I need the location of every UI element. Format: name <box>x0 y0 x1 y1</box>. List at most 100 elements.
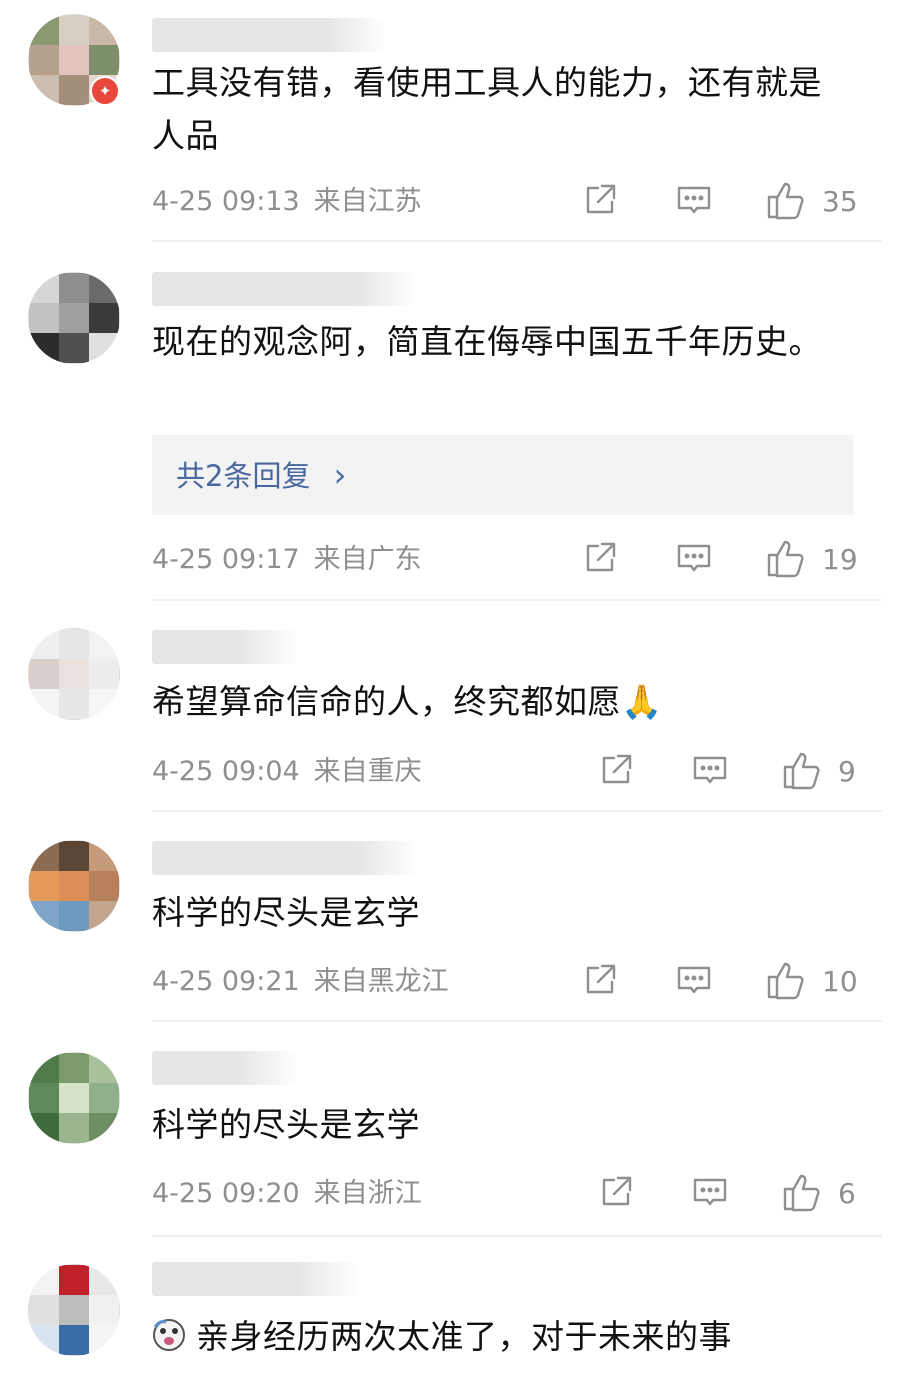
username-redacted[interactable] <box>152 18 387 52</box>
pray-emoji-icon: 🙏 <box>621 682 663 721</box>
avatar-pixel <box>59 333 89 363</box>
comment-text: 亲身经历两次太准了，对于未来的事 <box>152 1310 852 1363</box>
avatar-pixel <box>29 1083 59 1113</box>
comment-text-body: 亲身经历两次太准了，对于未来的事 <box>196 1317 732 1356</box>
avatar-pixel <box>29 15 59 45</box>
comment-time: 4-25 09:20 <box>152 1178 300 1209</box>
comment-time: 4-25 09:04 <box>152 756 300 787</box>
avatar-pixel <box>89 689 119 719</box>
avatar-pixel <box>59 1295 89 1325</box>
avatar-pixel <box>59 45 89 75</box>
like-button[interactable] <box>782 1172 822 1212</box>
avatar[interactable] <box>28 840 120 932</box>
verified-badge-icon: ✦ <box>90 76 120 106</box>
comment-icon <box>677 544 711 572</box>
comment-text-body: 希望算命信命的人，终究都如愿 <box>152 682 621 721</box>
avatar-pixel <box>29 1053 59 1083</box>
comment-time: 4-25 09:21 <box>152 966 300 997</box>
reply-button[interactable] <box>692 1174 728 1214</box>
avatar-pixel <box>59 1325 89 1355</box>
avatar-pixel <box>89 45 119 75</box>
share-button[interactable] <box>582 182 618 222</box>
comment-icon <box>693 756 727 784</box>
avatar-pixel <box>89 841 119 871</box>
avatar-pixel <box>89 871 119 901</box>
reply-button[interactable] <box>692 752 728 792</box>
like-count: 35 <box>822 185 858 218</box>
avatar-pixel <box>29 1325 59 1355</box>
comment-text: 科学的尽头是玄学 <box>152 893 420 932</box>
like-button[interactable] <box>766 538 806 578</box>
comment-text: 工具没有错，看使用工具人的能力，还有就是人品 <box>152 63 822 155</box>
avatar-pixel <box>89 1295 119 1325</box>
avatar-pixel <box>29 1265 59 1295</box>
avatar-pixel <box>29 841 59 871</box>
comment-text: 希望算命信命的人，终究都如愿🙏 <box>152 675 852 728</box>
avatar-pixel <box>89 1265 119 1295</box>
avatar[interactable] <box>28 272 120 364</box>
avatar-pixel <box>59 1053 89 1083</box>
avatar[interactable] <box>28 1264 120 1356</box>
avatar-pixel <box>89 15 119 45</box>
like-button[interactable] <box>782 750 822 790</box>
comment-location: 来自浙江 <box>313 1178 422 1209</box>
avatar-pixel <box>59 629 89 659</box>
avatar-pixel <box>59 15 89 45</box>
avatar[interactable] <box>28 628 120 720</box>
share-icon <box>586 964 616 994</box>
comment-meta: 4-25 09:04 来自重庆 <box>152 752 422 792</box>
comment-text: 科学的尽头是玄学 <box>152 1105 420 1144</box>
avatar-pixel <box>29 659 59 689</box>
avatar-pixel <box>89 629 119 659</box>
divider <box>152 1235 882 1237</box>
username-redacted[interactable] <box>152 630 299 664</box>
divider <box>152 1020 882 1022</box>
like-button[interactable] <box>766 960 806 1000</box>
divider <box>152 240 882 242</box>
avatar-pixel <box>59 1113 89 1143</box>
comment-location: 来自黑龙江 <box>313 966 449 997</box>
comment-location: 来自江苏 <box>313 186 422 217</box>
comment-text: 现在的观念阿，简直在侮辱中国五千年历史。 <box>152 322 822 361</box>
share-icon <box>602 1176 632 1206</box>
comment-5: 科学的尽头是玄学 4-25 09:20 来自浙江 6 <box>0 1025 910 1240</box>
comment-2: 现在的观念阿，简直在侮辱中国五千年历史。 共2条回复 › 4-25 09:17 来… <box>0 245 910 605</box>
avatar-pixel <box>89 303 119 333</box>
username-redacted[interactable] <box>152 841 418 875</box>
avatar-pixel <box>29 1295 59 1325</box>
share-button[interactable] <box>582 540 618 580</box>
like-count: 19 <box>822 543 858 576</box>
avatar-pixel <box>89 333 119 363</box>
avatar-pixel <box>59 659 89 689</box>
view-replies-link[interactable]: 共2条回复 › <box>152 435 853 515</box>
reply-button[interactable] <box>676 962 712 1002</box>
like-button[interactable] <box>766 180 806 220</box>
like-icon <box>767 962 804 1000</box>
username-redacted[interactable] <box>152 1051 299 1085</box>
avatar-pixel <box>89 273 119 303</box>
avatar-pixel <box>59 689 89 719</box>
share-button[interactable] <box>598 1174 634 1214</box>
username-redacted[interactable] <box>152 1262 358 1296</box>
avatar-pixel <box>29 45 59 75</box>
reply-button[interactable] <box>676 182 712 222</box>
comment-meta: 4-25 09:13 来自江苏 <box>152 182 422 222</box>
chevron-right-icon: › <box>333 456 347 494</box>
like-count: 9 <box>838 755 856 788</box>
like-count: 6 <box>838 1177 856 1210</box>
username-redacted[interactable] <box>152 272 417 306</box>
share-icon <box>586 542 616 572</box>
comment-6: 亲身经历两次太准了，对于未来的事 <box>0 1240 910 1376</box>
avatar-pixel <box>29 689 59 719</box>
share-button[interactable] <box>582 962 618 1002</box>
avatar-pixel <box>29 75 59 105</box>
reply-button[interactable] <box>676 540 712 580</box>
comment-icon <box>693 1178 727 1206</box>
comment-icon <box>677 966 711 994</box>
avatar-pixel <box>89 659 119 689</box>
avatar-pixel <box>59 1265 89 1295</box>
share-button[interactable] <box>598 752 634 792</box>
avatar-pixel <box>89 1113 119 1143</box>
like-icon <box>783 752 820 790</box>
avatar[interactable] <box>28 1052 120 1144</box>
